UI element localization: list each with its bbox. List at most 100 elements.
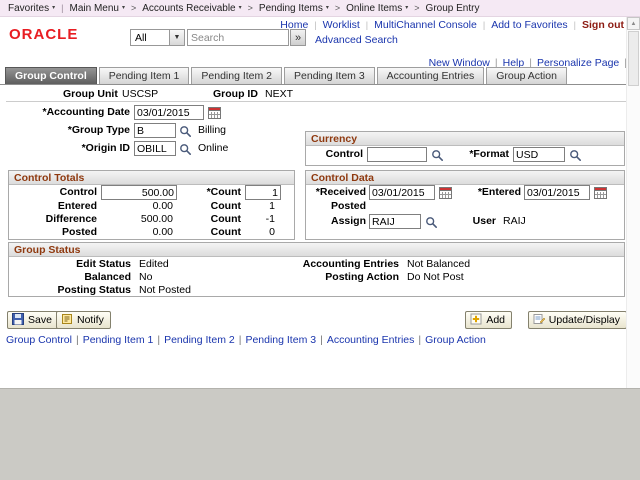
currency-body: Control *Format: [306, 146, 624, 165]
footer-link-pending-item-3[interactable]: Pending Item 3: [245, 334, 316, 346]
group-type-description: Billing: [198, 125, 226, 136]
entered-count-value: 1: [205, 201, 275, 212]
add-to-favorites-link[interactable]: Add to Favorites: [491, 19, 567, 31]
origin-id-label: *Origin ID: [0, 143, 130, 154]
origin-id-description: Online: [198, 143, 228, 154]
update-display-button[interactable]: Update/Display: [528, 311, 627, 329]
tab-pending-item-3[interactable]: Pending Item 3: [284, 67, 375, 85]
user-value: RAIJ: [503, 216, 526, 227]
breadcrumb-favorites[interactable]: Favorites ▾: [8, 3, 55, 14]
footer-link-group-control[interactable]: Group Control: [6, 334, 72, 346]
footer-link-pending-item-2[interactable]: Pending Item 2: [164, 334, 235, 346]
entered-date-label: *Entered: [451, 187, 521, 198]
breadcrumb-accounts-receivable[interactable]: Accounts Receivable ▾: [142, 3, 241, 14]
link-separator: |: [574, 20, 576, 30]
breadcrumb-main-menu-label: Main Menu: [69, 3, 118, 14]
group-status-groupbox: Group Status Edit Status Edited Accounti…: [8, 242, 625, 297]
save-icon: [12, 313, 24, 328]
tab-accounting-entries[interactable]: Accounting Entries: [377, 67, 485, 85]
currency-groupbox: Currency Control *Format: [305, 131, 625, 166]
breadcrumb-accounts-receivable-label: Accounts Receivable: [142, 3, 235, 14]
update-display-button-label: Update/Display: [549, 314, 620, 326]
control-count-input[interactable]: [245, 185, 281, 200]
scrollbar-up-icon[interactable]: ▲: [627, 17, 640, 30]
group-id-value: NEXT: [265, 89, 293, 100]
currency-format-input[interactable]: [513, 147, 565, 162]
accounting-date-input[interactable]: [134, 105, 204, 120]
update-display-icon: [533, 313, 545, 328]
received-label: *Received: [306, 187, 366, 198]
posted-amount-value: 0.00: [101, 227, 173, 238]
tab-group-action[interactable]: Group Action: [486, 67, 567, 85]
entered-date-input[interactable]: [524, 185, 590, 200]
page-link-bar: Group Control | Pending Item 1 | Pending…: [6, 334, 486, 346]
add-button-label: Add: [486, 314, 505, 326]
control-amount-label: Control: [9, 187, 97, 198]
dropdown-arrow-icon: ▾: [239, 5, 242, 11]
group-unit-value: USCSP: [122, 89, 158, 100]
footer-link-accounting-entries[interactable]: Accounting Entries: [327, 334, 415, 346]
control-amount-input[interactable]: [101, 185, 177, 200]
breadcrumb-main-menu[interactable]: Main Menu ▾: [69, 3, 124, 14]
link-separator: |: [239, 334, 242, 346]
sign-out-link[interactable]: Sign out: [582, 19, 624, 31]
add-button[interactable]: Add: [465, 311, 512, 329]
difference-count-value: -1: [205, 214, 275, 225]
accounting-date-label: *Accounting Date: [0, 107, 130, 118]
add-icon: [470, 313, 482, 328]
entered-amount-label: Entered: [9, 201, 97, 212]
advanced-search-link[interactable]: Advanced Search: [315, 34, 398, 46]
breadcrumb-chevron-icon: >: [414, 3, 419, 13]
save-button[interactable]: Save: [7, 311, 59, 329]
search-scope-arrow-icon[interactable]: ▼: [170, 29, 185, 46]
breadcrumb-chevron-icon: >: [131, 3, 136, 13]
entered-date-calendar-icon[interactable]: [593, 185, 607, 199]
breadcrumb-pending-items[interactable]: Pending Items ▾: [259, 3, 329, 14]
footer-link-group-action[interactable]: Group Action: [425, 334, 486, 346]
group-status-body: Edit Status Edited Accounting Entries No…: [9, 257, 624, 296]
dropdown-arrow-icon: ▾: [326, 5, 329, 11]
group-type-lookup-icon[interactable]: [178, 124, 192, 138]
scrollbar-thumb[interactable]: [628, 31, 639, 86]
origin-id-input[interactable]: [134, 141, 176, 156]
notify-button-label: Notify: [77, 314, 104, 326]
difference-amount-label: Difference: [9, 214, 97, 225]
peoplesoft-group-entry-page: Favorites ▾ | Main Menu ▾ > Accounts Rec…: [0, 0, 640, 480]
page-tabs: Group Control Pending Item 1 Pending Ite…: [5, 67, 567, 85]
currency-title: Currency: [306, 132, 624, 146]
group-status-title: Group Status: [9, 243, 624, 257]
breadcrumb: Favorites ▾ | Main Menu ▾ > Accounts Rec…: [0, 0, 640, 17]
breadcrumb-favorites-label: Favorites: [8, 3, 49, 14]
breadcrumb-group-entry-label: Group Entry: [426, 3, 480, 14]
breadcrumb-pending-items-label: Pending Items: [259, 3, 323, 14]
user-label: User: [436, 216, 496, 227]
origin-id-lookup-icon[interactable]: [178, 142, 192, 156]
entered-amount-value: 0.00: [101, 201, 173, 212]
group-id-label: Group ID: [213, 89, 258, 100]
breadcrumb-online-items[interactable]: Online Items ▾: [346, 3, 408, 14]
posted-amount-label: Posted: [9, 227, 97, 238]
tab-pending-item-2[interactable]: Pending Item 2: [191, 67, 282, 85]
received-date-input[interactable]: [369, 185, 435, 200]
currency-format-lookup-icon[interactable]: [568, 148, 582, 162]
accounting-date-calendar-icon[interactable]: [207, 105, 221, 119]
link-separator: |: [157, 334, 160, 346]
received-date-calendar-icon[interactable]: [438, 185, 452, 199]
link-separator: |: [76, 334, 79, 346]
dropdown-arrow-icon: ▾: [122, 5, 125, 11]
search-input[interactable]: [187, 29, 289, 46]
posted-count-value: 0: [205, 227, 275, 238]
control-data-title: Control Data: [306, 171, 624, 185]
control-data-body: *Received *Entered Posted Assign User RA…: [306, 185, 624, 239]
footer-link-pending-item-1[interactable]: Pending Item 1: [83, 334, 154, 346]
row-divider: [6, 101, 633, 102]
currency-control-input[interactable]: [367, 147, 427, 162]
group-type-input[interactable]: [134, 123, 176, 138]
tab-group-control[interactable]: Group Control: [5, 67, 97, 85]
tab-pending-item-1[interactable]: Pending Item 1: [99, 67, 190, 85]
assign-input[interactable]: [369, 214, 421, 229]
search-go-button[interactable]: »: [290, 29, 306, 46]
notify-button[interactable]: Notify: [56, 311, 111, 329]
search-scope-select[interactable]: All: [130, 29, 170, 46]
balanced-value: No: [139, 272, 152, 283]
